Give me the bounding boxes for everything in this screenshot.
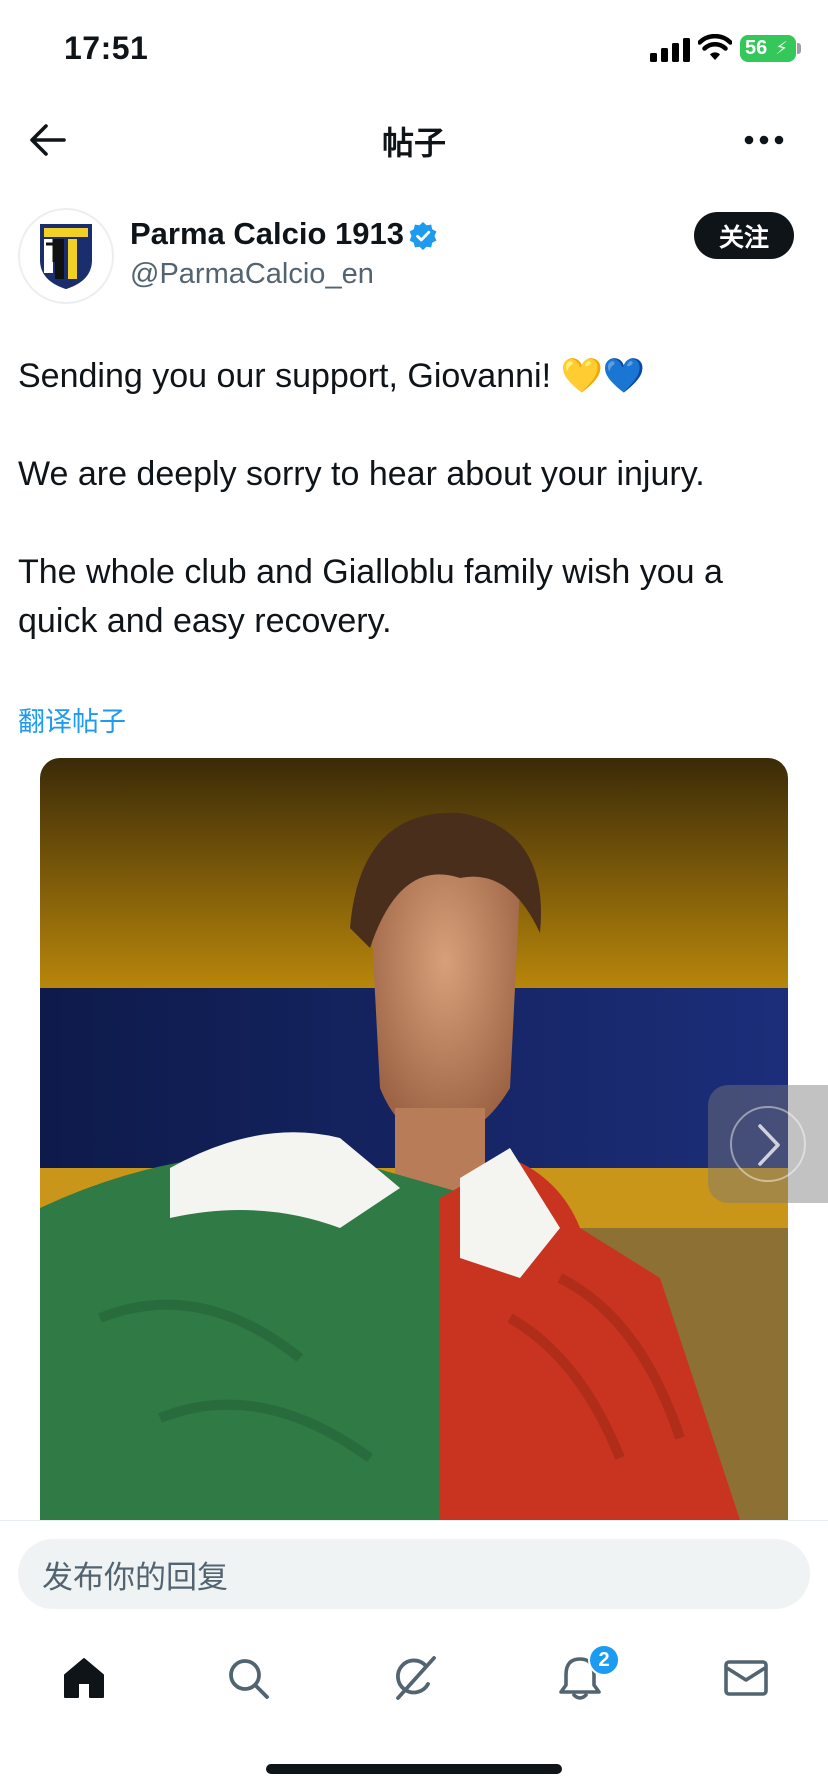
tab-search[interactable] xyxy=(218,1650,278,1706)
tab-grok[interactable] xyxy=(384,1650,444,1706)
home-indicator xyxy=(266,1764,562,1774)
messages-envelope-icon xyxy=(724,1660,768,1696)
notifications-badge: 2 xyxy=(588,1644,620,1676)
status-time: 17:51 xyxy=(64,30,149,66)
post-paragraph-2: We are deeply sorry to hear about your i… xyxy=(18,455,705,493)
post-paragraph-3: The whole club and Gialloblu family wish… xyxy=(18,553,723,640)
translate-post-link[interactable]: 翻译帖子 xyxy=(18,700,126,739)
next-image-button[interactable] xyxy=(708,1085,828,1203)
author-handle[interactable]: @ParmaCalcio_en xyxy=(130,258,374,291)
reply-bar: 发布你的回复 xyxy=(0,1520,828,1620)
post-paragraph-1: Sending you our support, Giovanni! 💛💙 xyxy=(18,352,808,401)
follow-button[interactable]: 关注 xyxy=(694,212,794,259)
wifi-icon xyxy=(698,34,732,60)
home-icon xyxy=(64,1658,104,1698)
post-body: Sending you our support, Giovanni! 💛💙 We… xyxy=(18,352,808,646)
search-icon xyxy=(229,1659,269,1699)
charging-bolt-icon: ⚡ xyxy=(775,38,788,58)
status-bar: 17:51 56 ⚡ xyxy=(0,0,828,100)
page-title: 帖子 xyxy=(381,125,446,161)
more-options-icon[interactable] xyxy=(744,134,784,146)
reply-input[interactable]: 发布你的回复 xyxy=(18,1539,810,1609)
yellow-heart-emoji: 💛 xyxy=(560,356,603,396)
player-photo xyxy=(40,758,788,1520)
grok-icon xyxy=(395,1656,436,1700)
tab-messages[interactable] xyxy=(716,1650,776,1706)
battery-indicator: 56 ⚡ xyxy=(740,35,796,62)
post-media-image[interactable] xyxy=(40,758,788,1520)
post-line-1: Sending you our support, Giovanni! xyxy=(18,357,561,395)
club-crest-icon xyxy=(40,224,92,290)
avatar[interactable] xyxy=(18,208,114,304)
battery-level: 56 xyxy=(745,37,768,59)
chevron-right-icon xyxy=(758,1124,780,1166)
nav-header: 帖子 xyxy=(0,100,828,180)
cellular-signal-icon xyxy=(650,38,690,62)
blue-heart-emoji: 💙 xyxy=(602,356,646,396)
bottom-tab-bar: 2 xyxy=(0,1620,828,1740)
tab-home[interactable] xyxy=(54,1650,114,1706)
verified-badge-icon xyxy=(409,222,437,250)
battery-tip xyxy=(797,43,801,54)
post-author: Parma Calcio 1913 @ParmaCalcio_en 关注 xyxy=(0,205,828,305)
author-display-name[interactable]: Parma Calcio 1913 xyxy=(130,216,404,252)
